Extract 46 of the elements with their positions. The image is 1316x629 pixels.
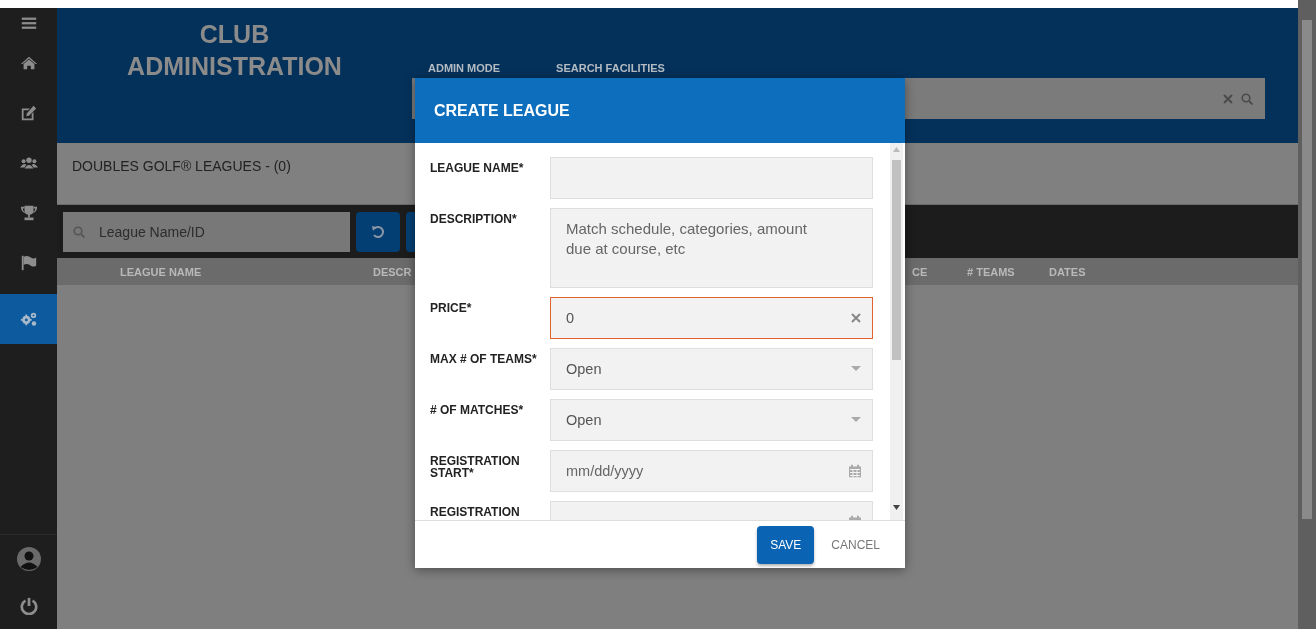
- column-header: # TEAMS: [967, 265, 1015, 278]
- sidebar-item[interactable]: [0, 294, 57, 344]
- home-icon: [19, 54, 38, 72]
- clear-icon[interactable]: [1223, 93, 1233, 104]
- app-title: CLUB ADMINISTRATION: [126, 19, 343, 82]
- text-field[interactable]: 0: [550, 297, 873, 339]
- nav-link[interactable]: ADMIN MODE: [428, 62, 501, 74]
- avatar-icon[interactable]: [16, 546, 41, 571]
- caret-icon: [851, 366, 861, 372]
- column-header: LEAGUE NAME: [120, 265, 202, 278]
- modal-title: CREATE LEAGUE: [434, 101, 570, 120]
- power-icon[interactable]: [19, 596, 38, 615]
- field-label: REGISTRATION: [430, 504, 521, 520]
- field-label: MAX # OF TEAMS*: [430, 351, 538, 368]
- page-scrollbar[interactable]: [1298, 0, 1316, 629]
- search-icon: [73, 225, 85, 238]
- calendar-icon: [849, 464, 861, 478]
- field-label: LEAGUE NAME*: [430, 160, 525, 177]
- scroll-down-icon[interactable]: [893, 505, 900, 510]
- edit-icon: [19, 104, 38, 122]
- field-label: REGISTRATION START*: [430, 453, 521, 482]
- caret-icon: [851, 417, 861, 423]
- modal-scrollbar[interactable]: [890, 143, 903, 520]
- page-title: DOUBLES GOLF® LEAGUES - (0): [72, 158, 291, 174]
- reset-button[interactable]: [356, 211, 400, 252]
- column-header: DATES: [1049, 265, 1086, 278]
- date-field[interactable]: mm/dd/yyyy: [550, 450, 873, 492]
- nav-link[interactable]: SEARCH FACILITIES: [556, 62, 665, 74]
- field-label: DESCRIPTION*: [430, 211, 518, 228]
- league-search-field[interactable]: League Name/ID: [63, 211, 350, 252]
- field-label: PRICE*: [430, 300, 473, 317]
- text-field[interactable]: [550, 157, 873, 199]
- save-button[interactable]: SAVE: [757, 525, 815, 564]
- field-label: # OF MATCHES*: [430, 402, 525, 419]
- flag-icon: [19, 254, 38, 272]
- cancel-button[interactable]: CANCEL: [831, 537, 880, 552]
- description-field[interactable]: Match schedule, categories, amount due at course, etc: [550, 208, 873, 288]
- dropdown-field[interactable]: Open: [550, 348, 873, 390]
- clear-icon[interactable]: [851, 313, 861, 323]
- trophy-icon: [19, 204, 38, 222]
- dropdown-field[interactable]: Open: [550, 399, 873, 441]
- undo-icon: [371, 224, 385, 239]
- search-icon[interactable]: [1241, 92, 1253, 105]
- column-header: CE: [912, 265, 928, 278]
- gears-icon: [19, 310, 38, 328]
- column-header: DESCR: [373, 265, 412, 278]
